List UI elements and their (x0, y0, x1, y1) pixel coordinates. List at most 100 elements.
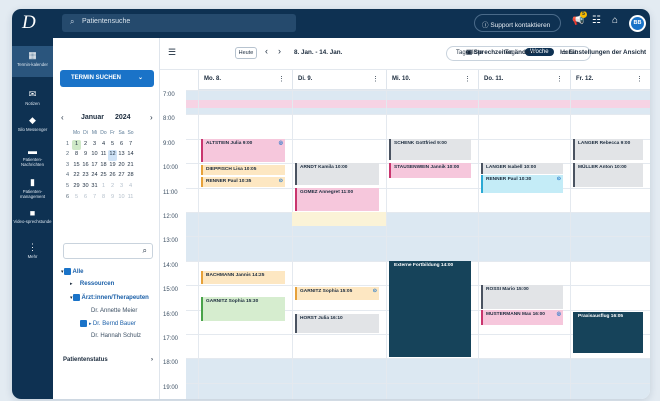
nav-item[interactable]: ▦ Termin-kalender (12, 46, 53, 77)
next-month-icon[interactable]: › (150, 113, 153, 122)
day-cell[interactable]: 5 (108, 140, 117, 151)
day-cell[interactable]: 7 (90, 193, 99, 204)
day-cell[interactable]: 10 (90, 150, 99, 161)
nav-item[interactable]: ✉ Notizen (12, 85, 53, 111)
day-cell[interactable]: 27 (117, 171, 126, 182)
prev-month-icon[interactable]: ‹ (61, 113, 64, 122)
tree-item-doctors[interactable]: ▾ Ärzt:innen/Therapeuten (70, 294, 149, 301)
day-header[interactable]: Mi. 10. ⋮ (386, 70, 478, 90)
day-cell[interactable]: 23 (81, 171, 90, 182)
day-cell[interactable]: 7 (126, 140, 135, 151)
more-options-icon[interactable]: ⋮ (556, 75, 563, 83)
nav-item[interactable]: ▬ Patienten-Nachrichten (12, 142, 53, 168)
day-header[interactable]: Mo. 8. ⋮ (198, 70, 292, 90)
day-cell[interactable]: 11 (126, 193, 135, 204)
day-cell[interactable]: 26 (108, 171, 117, 182)
appointment[interactable]: LANGER Isabell 10:00 (481, 163, 563, 175)
day-cell[interactable]: 30 (81, 182, 90, 193)
day-cell[interactable]: 19 (108, 161, 117, 172)
appointment[interactable]: LANGER Rebecca 9:00 (573, 138, 643, 161)
appointment[interactable]: GARNITZ Sophia 15:05 ⊙ (295, 287, 379, 301)
day-cell[interactable]: 6 (81, 193, 90, 204)
day-cell[interactable]: 20 (117, 161, 126, 172)
day-cell[interactable]: 4 (99, 140, 108, 151)
nav-item[interactable]: ◆ Silo Messenger (12, 111, 53, 137)
app-logo[interactable]: D (22, 12, 36, 34)
appointment[interactable]: Praxisausflug 16:05 (573, 311, 643, 354)
tree-item-person[interactable]: ▸ Dr. Bernd Bauer (80, 320, 136, 327)
day-cell[interactable]: 2 (81, 140, 90, 151)
appointment[interactable]: GOMEZ Annegret 11:00 (295, 187, 379, 211)
more-options-icon[interactable]: ⋮ (464, 75, 471, 83)
appointment[interactable]: RENNER Paul 10:35 ⊙ (201, 177, 285, 188)
search-appointment-button[interactable]: TERMIN SUCHEN ⌄ (60, 70, 154, 87)
tree-item-person[interactable]: Dr. Annette Meier (91, 308, 137, 314)
filter-search-input[interactable]: ⌕ (63, 243, 153, 259)
next-week-icon[interactable]: › (278, 46, 281, 56)
day-header[interactable]: Do. 11. ⋮ (478, 70, 570, 90)
day-cell[interactable]: 14 (126, 150, 135, 161)
today-button[interactable]: Heute (235, 47, 257, 59)
day-cell[interactable]: 6 (117, 140, 126, 151)
day-cell[interactable]: 8 (99, 193, 108, 204)
day-cell[interactable]: 15 (72, 161, 81, 172)
day-cell[interactable]: 31 (90, 182, 99, 193)
day-header[interactable]: Di. 9. ⋮ (292, 70, 386, 90)
day-cell[interactable]: 29 (72, 182, 81, 193)
day-cell[interactable]: 13 (117, 150, 126, 161)
day-cell[interactable]: 2 (108, 182, 117, 193)
lock-icon[interactable]: ⌂ (612, 15, 618, 26)
appointment[interactable]: SCHENK Gottfried 9:00 (389, 138, 471, 161)
nav-item[interactable]: ⋮ Mehr (12, 238, 53, 264)
day-cell[interactable]: 8 (72, 150, 81, 161)
day-cell[interactable]: 3 (117, 182, 126, 193)
appointment[interactable]: BACHMANN Jannis 14:25 (201, 270, 285, 285)
checkbox-icon[interactable] (72, 294, 80, 301)
appointment[interactable]: GARNITZ Sophia 15:30 (201, 297, 285, 321)
day-cell[interactable]: 12 (108, 150, 117, 161)
appointment[interactable]: ALTSTEIN Julia 9:00 ◎ (201, 138, 285, 163)
checkbox-icon[interactable] (63, 268, 71, 275)
day-cell[interactable]: 17 (90, 161, 99, 172)
day-cell[interactable]: 16 (81, 161, 90, 172)
menu-icon[interactable]: ☰ (168, 47, 176, 58)
day-cell[interactable]: 11 (99, 150, 108, 161)
nav-item[interactable]: ■ Video-sprechstunde (12, 204, 53, 230)
tree-item-all[interactable]: ▾ Alle (61, 268, 84, 275)
avatar[interactable]: BB (629, 15, 646, 32)
appointment[interactable]: ROSSI Mario 15:00 (481, 285, 563, 309)
tree-item-person[interactable]: Dr. Hannah Schulz (91, 333, 141, 339)
day-cell[interactable]: 1 (99, 182, 108, 193)
appointment[interactable]: DIEPPISCH Lisa 10:05 (201, 165, 285, 176)
team-icon[interactable]: ☷ (592, 15, 601, 26)
day-cell[interactable]: 4 (126, 182, 135, 193)
more-options-icon[interactable]: ⋮ (636, 75, 643, 83)
appointment[interactable]: STAUSENWEIN Jannik 10:00 (389, 163, 471, 179)
day-cell[interactable]: 9 (81, 150, 90, 161)
office-hours-button[interactable]: ▣ Sprechzeiten ändern (466, 49, 536, 56)
appointment[interactable]: RENNER Paul 10:30 ⊙ (481, 175, 563, 193)
day-cell[interactable]: 1 (72, 139, 81, 151)
tree-item-resources[interactable]: ▸ Ressourcen (70, 281, 114, 287)
day-header[interactable]: Fr. 12. ⋮ (570, 70, 650, 90)
day-cell[interactable]: 24 (90, 171, 99, 182)
support-button[interactable]: ⓘ Support kontaktieren (474, 14, 561, 32)
patient-search-input[interactable]: ⌕ Patientensuche (62, 14, 296, 32)
day-cell[interactable]: 18 (99, 161, 108, 172)
day-cell[interactable]: 21 (126, 161, 135, 172)
appointment[interactable]: MUSTERMANN Max 16:00 ◎ (481, 309, 563, 325)
day-cell[interactable]: 28 (126, 171, 135, 182)
appointment[interactable]: MÜLLER Anton 10:00 (573, 163, 643, 187)
view-settings-button[interactable]: ▭ Einstellungen der Ansicht (561, 49, 646, 56)
day-cell[interactable]: 3 (90, 140, 99, 151)
appointment[interactable]: ARNDT Kamila 10:00 (295, 163, 379, 185)
patient-status-toggle[interactable]: Patientenstatus › (63, 357, 153, 363)
prev-week-icon[interactable]: ‹ (265, 46, 268, 56)
day-cell[interactable]: 25 (99, 171, 108, 182)
more-options-icon[interactable]: ⋮ (372, 75, 379, 83)
day-cell[interactable]: 9 (108, 193, 117, 204)
day-cell[interactable]: 10 (117, 193, 126, 204)
appointment[interactable]: HORST Julia 16:10 (295, 313, 379, 333)
more-options-icon[interactable]: ⋮ (278, 75, 285, 83)
day-cell[interactable]: 5 (72, 193, 81, 204)
